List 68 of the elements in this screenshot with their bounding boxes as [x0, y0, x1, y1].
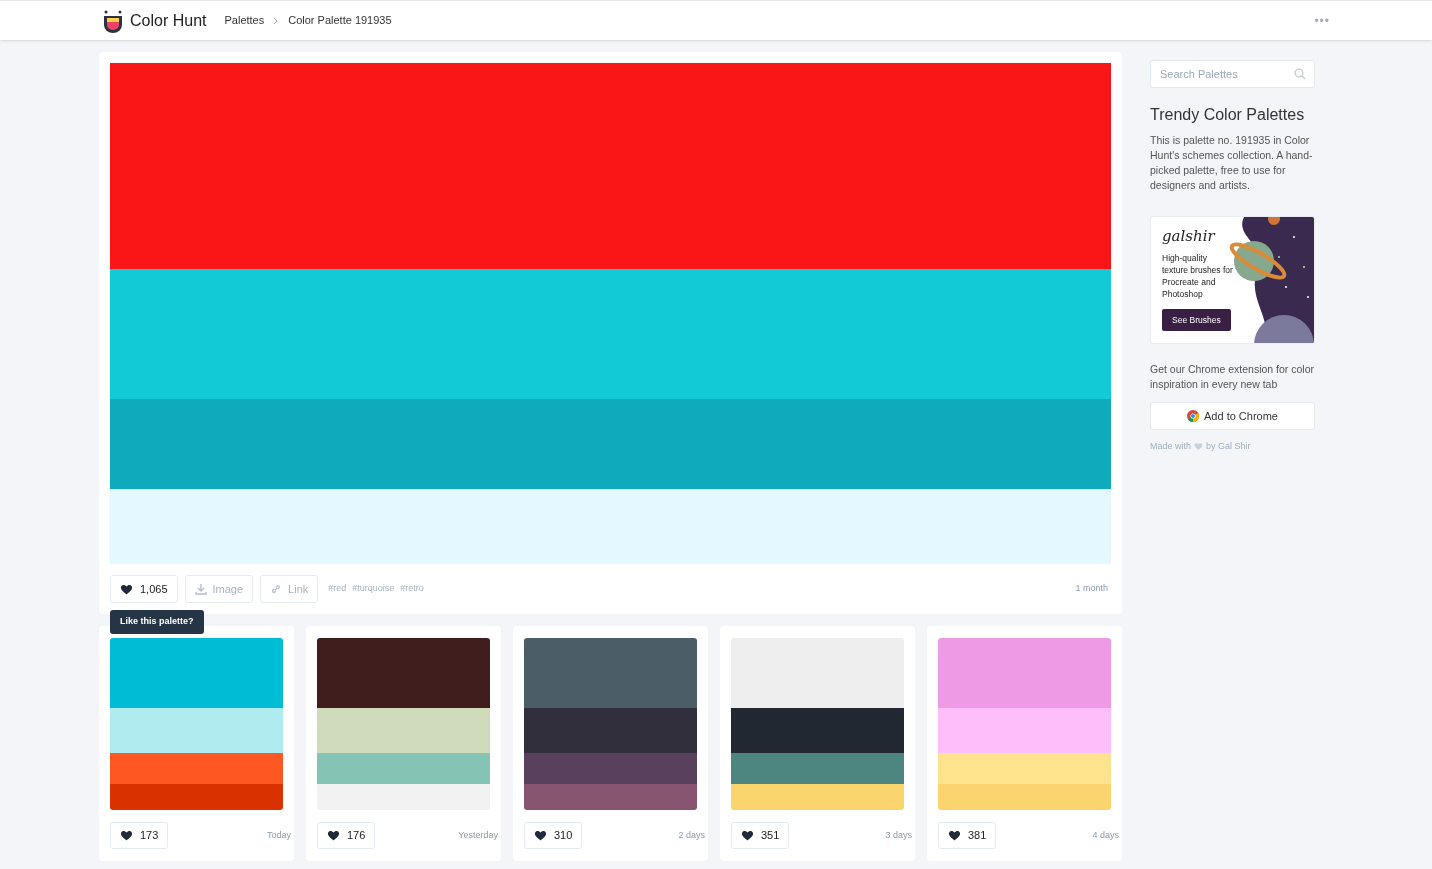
heart-icon — [327, 829, 340, 842]
color-band[interactable] — [317, 708, 490, 753]
heart-icon — [534, 829, 547, 842]
heart-icon — [741, 829, 754, 842]
sidebar-description: This is palette no. 191935 in Color Hunt's schemes collection. A hand-picked palette, free to use for designers and artists. — [1150, 133, 1314, 193]
logo-icon[interactable] — [102, 8, 124, 33]
color-band[interactable] — [938, 638, 1111, 708]
add-to-chrome-button[interactable]: Add to Chrome — [1150, 402, 1315, 430]
color-band[interactable] — [524, 708, 697, 753]
age-label: 3 days — [885, 828, 912, 842]
ad-banner[interactable]: galshir High-quality texture brushes for Procreate and Photoshop See Brushes — [1150, 216, 1315, 344]
color-band[interactable] — [110, 753, 283, 784]
like-button[interactable]: 351 — [731, 822, 790, 849]
color-band[interactable] — [110, 708, 283, 753]
color-band[interactable] — [110, 489, 1111, 564]
search-field[interactable]: Search Palettes — [1150, 60, 1315, 88]
color-band[interactable] — [938, 784, 1111, 810]
heart-icon — [120, 829, 133, 842]
palette-card[interactable]: 351 3 days — [720, 626, 915, 861]
like-button[interactable]: 381 — [938, 822, 997, 849]
color-band[interactable] — [317, 784, 490, 810]
heart-icon — [948, 829, 961, 842]
ad-text: High-quality texture brushes for Procreate and Photoshop — [1162, 251, 1234, 300]
search-icon[interactable] — [1294, 68, 1306, 80]
download-icon — [194, 583, 207, 595]
color-band[interactable] — [317, 638, 490, 708]
like-button[interactable]: 173 — [110, 822, 169, 849]
heart-icon — [120, 582, 133, 596]
breadcrumb-link[interactable]: Color Palette 191935 — [288, 12, 392, 29]
palette-card[interactable]: 176 Yesterday — [306, 626, 501, 861]
brand-name[interactable]: Color Hunt — [130, 8, 207, 33]
extension-text: Get our Chrome extension for color inspiration in every new tab — [1150, 362, 1315, 392]
breadcrumb-link[interactable]: Palettes — [224, 12, 265, 29]
palette-card[interactable]: 381 4 days — [927, 626, 1122, 861]
color-band[interactable] — [938, 708, 1111, 753]
chevron-icon — [273, 16, 280, 25]
credit-text: Made with — [1150, 440, 1192, 453]
like-button[interactable]: 176 — [317, 822, 376, 849]
color-band[interactable] — [110, 638, 283, 708]
age-label: 2 days — [678, 828, 705, 842]
color-band[interactable] — [731, 753, 904, 784]
age-label: Yesterday — [458, 828, 498, 842]
ad-logo: galshir — [1162, 226, 1215, 247]
color-band[interactable] — [524, 784, 697, 810]
age-label: 4 days — [1092, 828, 1119, 842]
chrome-icon — [1187, 410, 1199, 422]
color-band[interactable] — [524, 753, 697, 784]
age-label: Today — [266, 828, 291, 842]
color-band[interactable] — [731, 708, 904, 753]
color-band[interactable] — [731, 784, 904, 810]
color-band[interactable] — [524, 638, 697, 708]
color-band[interactable] — [938, 753, 1111, 784]
color-band[interactable] — [110, 269, 1111, 399]
color-band[interactable] — [110, 784, 283, 810]
sidebar-title: Trendy Color Palettes — [1150, 105, 1306, 125]
tooltip: Like this palette? — [110, 610, 204, 634]
color-band[interactable] — [110, 63, 1111, 269]
see-brushes-button[interactable]: See Brushes — [1162, 308, 1231, 332]
like-button[interactable]: 310 — [524, 822, 583, 849]
link-icon — [270, 583, 283, 595]
palette-card[interactable]: 310 2 days — [513, 626, 708, 861]
heart-icon — [1194, 442, 1204, 452]
palette-card[interactable]: 173 Today — [99, 626, 294, 861]
color-band[interactable] — [110, 399, 1111, 489]
like-button[interactable]: 1,065 — [110, 575, 178, 603]
age-label: 1 month — [1075, 582, 1108, 596]
color-band[interactable] — [731, 638, 904, 708]
color-band[interactable] — [317, 753, 490, 784]
